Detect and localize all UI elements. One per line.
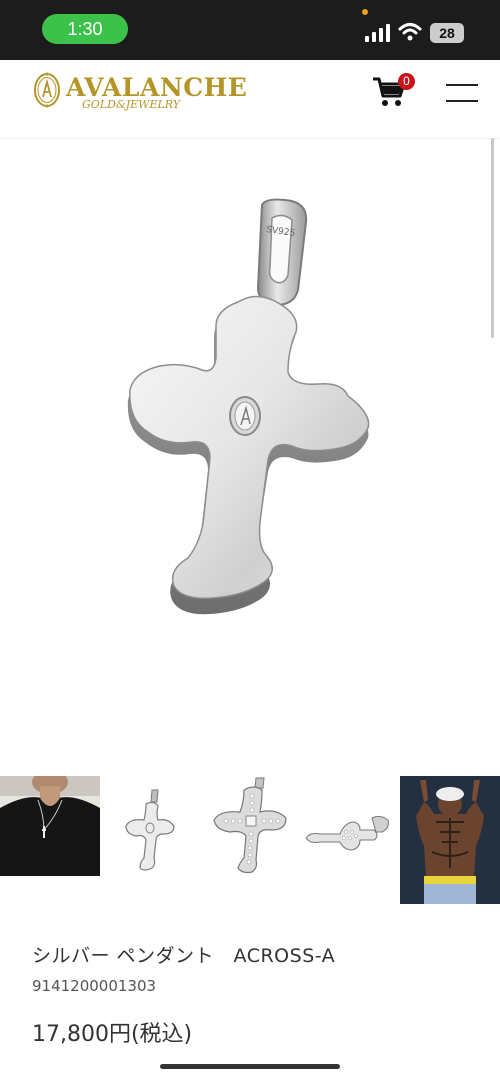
logo-emblem-icon[interactable] — [32, 70, 62, 110]
menu-icon[interactable] — [446, 84, 478, 104]
brand-logo-subtitle: GOLD&JEWELRY — [82, 98, 181, 111]
cart-count-badge[interactable]: 0 — [398, 73, 415, 90]
status-time: 1:30 — [42, 14, 128, 44]
scrollbar[interactable] — [491, 138, 494, 338]
status-bar: 1:30 28 — [0, 0, 500, 60]
battery-indicator: 28 — [430, 23, 464, 43]
main-product-image[interactable]: SV925 — [0, 140, 500, 760]
product-name: シルバー ペンダント ACROSS-A — [32, 945, 336, 967]
cross-pendant-image: SV925 — [127, 198, 370, 615]
wifi-icon — [398, 23, 422, 41]
thumbnail-back-tattoo-photo[interactable] — [400, 776, 500, 904]
thumbnail-cross-front-stones[interactable] — [200, 776, 300, 876]
product-code: 9141200001303 — [32, 977, 157, 995]
signal-icon — [365, 24, 390, 42]
site-header: AVALANCHE GOLD&JEWELRY 0 — [0, 60, 500, 139]
product-price: 17,800円(税込) — [32, 1022, 193, 1047]
home-indicator[interactable] — [160, 1064, 340, 1069]
privacy-indicator-dot — [362, 9, 368, 15]
thumbnail-worn-on-model[interactable] — [0, 776, 100, 876]
thumbnail-cross-back[interactable] — [100, 776, 200, 876]
thumbnail-gallery — [0, 776, 500, 904]
thumbnail-cross-side[interactable] — [300, 776, 400, 876]
